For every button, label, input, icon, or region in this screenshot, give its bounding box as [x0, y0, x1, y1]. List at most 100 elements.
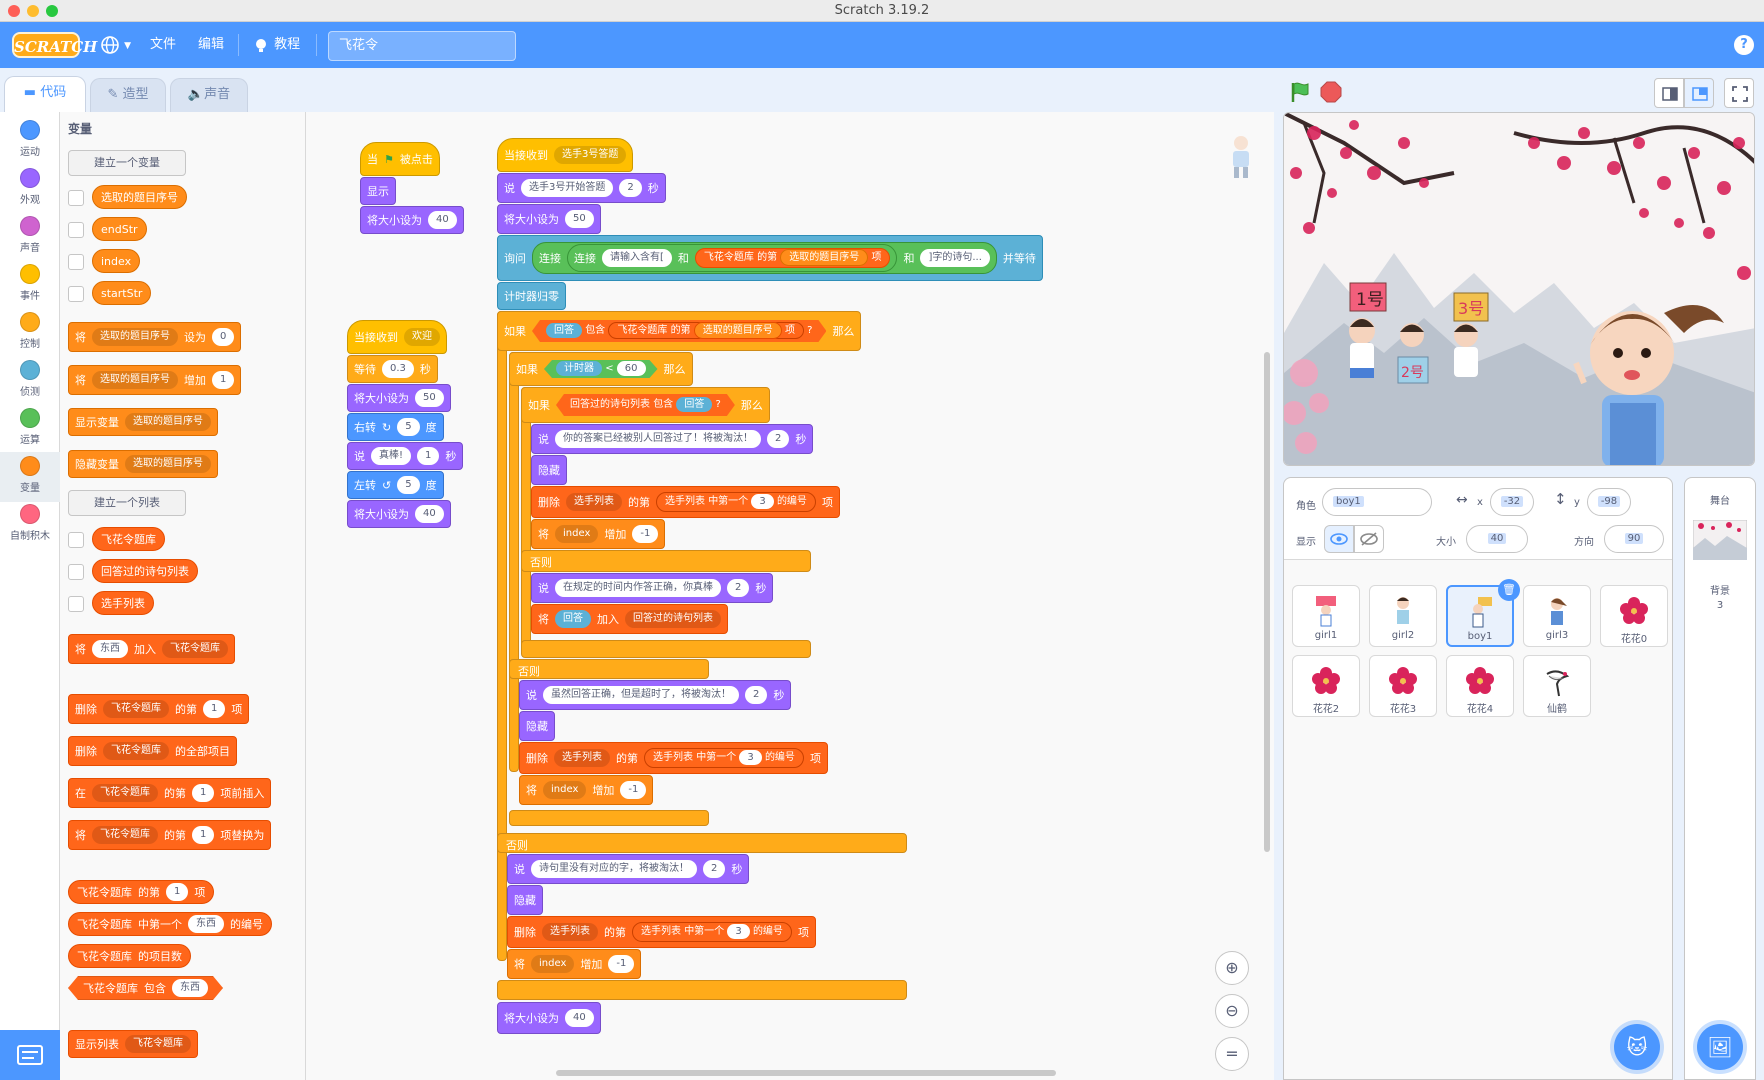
value-input[interactable]: 40 — [415, 505, 444, 523]
add-sprite-button[interactable]: 🐱 — [1614, 1024, 1660, 1070]
value-input[interactable]: 你的答案已经被别人回答过了！将被淘汰！ — [555, 430, 761, 448]
when-flag-clicked-hat[interactable]: 当 ⚑ 被点击 — [360, 142, 440, 176]
say-for-secs-block[interactable]: 说真棒! 1 秒 — [347, 442, 464, 470]
list-dropdown[interactable]: 飞花令题库 — [125, 1035, 191, 1053]
y-input[interactable]: -98 — [1587, 488, 1631, 516]
value-input[interactable]: 50 — [415, 389, 444, 407]
normal-stage-button[interactable] — [1684, 78, 1714, 108]
item-of-list-reporter[interactable]: 飞花令题库 的第 1 项 — [68, 880, 215, 904]
value-input[interactable]: 请输入含有[ — [602, 249, 672, 267]
say-for-secs-block[interactable]: 说选手3号开始答题 2 秒 — [497, 173, 666, 203]
value-input[interactable]: 1 — [417, 447, 440, 465]
value-input[interactable]: 3 — [751, 494, 774, 509]
value-input[interactable]: 1 — [192, 784, 215, 802]
value-input[interactable]: 5 — [397, 418, 420, 436]
value-input[interactable]: 5 — [397, 476, 420, 494]
value-input[interactable]: -1 — [632, 525, 659, 543]
sprite-tile[interactable]: girl3 — [1523, 585, 1591, 647]
say-for-secs-block[interactable]: 说在规定的时间内作答正确，你真棒 2 秒 — [531, 573, 774, 603]
value-input[interactable]: 1 — [203, 700, 226, 718]
var-checkbox[interactable] — [68, 286, 84, 302]
sprite-tile[interactable]: 花花2 — [1292, 655, 1360, 717]
x-input[interactable]: -32 — [1490, 488, 1534, 516]
set-variable-block[interactable]: 将选取的题目序号 设为 0 — [68, 322, 242, 352]
zoom-out-icon[interactable]: ⊖ — [1215, 994, 1249, 1028]
var-checkbox[interactable] — [68, 190, 84, 206]
set-size-block[interactable]: 将大小设为 50 — [347, 384, 451, 412]
say-for-secs-block[interactable]: 说虽然回答正确，但是超时了，将被淘汰！ 2 秒 — [519, 680, 792, 710]
list-contains-boolean[interactable]: 回答过的诗句列表 包含 回答 ? — [556, 394, 735, 416]
if-else-block[interactable]: 如果 计时器 < 60 那么 — [509, 352, 693, 386]
delete-item-block[interactable]: 删除 选手列表 的第 选手列表 中第一个 3 的编号项 — [531, 486, 840, 518]
list-dropdown[interactable]: 选手列表 — [542, 923, 598, 941]
value-input[interactable]: 真棒! — [371, 447, 412, 465]
say-for-secs-block[interactable]: 说诗句里没有对应的字，将被淘汰！ 2 秒 — [507, 854, 750, 884]
value-input[interactable]: 1 — [212, 371, 235, 389]
when-receive-hat[interactable]: 当接收到 选手3号答题 — [497, 138, 634, 172]
close-window-icon[interactable] — [8, 5, 20, 17]
list-checkbox[interactable] — [68, 596, 84, 612]
small-stage-button[interactable] — [1654, 78, 1684, 108]
stage-canvas[interactable]: 1号 2号 3号 — [1283, 112, 1755, 466]
delete-item-block[interactable]: 删除 飞花令题库 的第 1 项 — [68, 694, 250, 724]
zoom-reset-icon[interactable]: = — [1215, 1037, 1249, 1071]
list-contains-boolean[interactable]: 飞花令题库 包含 东西 — [68, 976, 223, 1000]
variable-dropdown[interactable]: 选取的题目序号 — [92, 328, 178, 346]
set-size-block[interactable]: 将大小设为 50 — [497, 204, 601, 234]
list-dropdown[interactable]: 飞花令题库 — [77, 884, 132, 900]
category-motion[interactable]: 运动 — [0, 120, 60, 158]
variable-reporter[interactable]: 选取的题目序号 — [780, 249, 869, 266]
sprite-tile[interactable]: girl1 — [1292, 585, 1360, 647]
list-dropdown[interactable]: 飞花令题库 — [103, 700, 169, 718]
set-size-block[interactable]: 将大小设为 40 — [497, 1002, 601, 1034]
set-size-block[interactable]: 将大小设为 40 — [347, 500, 451, 528]
extension-button[interactable] — [0, 1030, 60, 1080]
size-input[interactable]: 40 — [1466, 525, 1528, 553]
value-input[interactable]: 2 — [619, 179, 642, 197]
horizontal-scrollbar[interactable] — [556, 1070, 1056, 1076]
reset-timer-block[interactable]: 计时器归零 — [497, 282, 566, 310]
change-variable-block[interactable]: 将选取的题目序号 增加 1 — [68, 365, 242, 395]
language-menu[interactable]: ▼ — [100, 22, 131, 68]
category-sensing[interactable]: 侦测 — [0, 360, 60, 398]
tab-sounds[interactable]: 🔈声音 — [170, 78, 248, 112]
category-control[interactable]: 控制 — [0, 312, 60, 350]
vertical-scrollbar[interactable] — [1264, 352, 1270, 852]
message-dropdown[interactable]: 选手3号答题 — [554, 146, 627, 164]
fullscreen-button[interactable] — [1724, 78, 1754, 108]
make-list-button[interactable]: 建立一个列表 — [68, 490, 186, 516]
variable-dropdown[interactable]: 选取的题目序号 — [92, 371, 178, 389]
answer-reporter[interactable]: 回答 — [555, 610, 591, 628]
list-dropdown[interactable]: 飞花令题库 — [77, 948, 132, 964]
list-dropdown[interactable]: 飞花令题库 — [704, 252, 754, 263]
category-my-blocks[interactable]: 自制积木 — [0, 504, 60, 542]
variable-dropdown[interactable]: index — [555, 525, 599, 543]
turn-right-block[interactable]: 右转 ↻ 5 度 — [347, 413, 444, 441]
value-input[interactable]: 在规定的时间内作答正确，你真棒 — [555, 579, 721, 597]
sprite-tile[interactable]: girl2 — [1369, 585, 1437, 647]
value-input[interactable]: 选手3号开始答题 — [521, 179, 614, 197]
timer-reporter[interactable]: 计时器 — [556, 361, 602, 376]
list-dropdown[interactable]: 选手列表 — [566, 493, 622, 511]
change-variable-block[interactable]: 将 index 增加 -1 — [531, 519, 666, 549]
variable-reporter[interactable]: endStr — [92, 217, 147, 241]
change-variable-block[interactable]: 将 index 增加 -1 — [519, 775, 654, 805]
value-input[interactable]: 2 — [767, 430, 790, 448]
list-dropdown[interactable]: 飞花令题库 — [92, 826, 158, 844]
tab-costumes[interactable]: ✎ 造型 — [90, 78, 166, 112]
show-block[interactable]: 显示 — [360, 177, 396, 205]
list-length-reporter[interactable]: 飞花令题库 的项目数 — [68, 944, 191, 968]
direction-input[interactable]: 90 — [1604, 525, 1664, 553]
hide-variable-block[interactable]: 隐藏变量 选取的题目序号 — [68, 450, 218, 478]
value-input[interactable]: 0.3 — [382, 360, 414, 378]
variable-reporter[interactable]: startStr — [92, 281, 152, 305]
value-input[interactable]: 2 — [703, 860, 726, 878]
zoom-in-icon[interactable]: ⊕ — [1215, 951, 1249, 985]
sprite-tile[interactable]: 花花0 — [1600, 585, 1668, 647]
value-input[interactable]: 1 — [192, 826, 215, 844]
hide-block[interactable]: 隐藏 — [531, 455, 567, 485]
value-input[interactable]: 东西 — [172, 979, 208, 997]
say-for-secs-block[interactable]: 说你的答案已经被别人回答过了！将被淘汰！ 2 秒 — [531, 424, 814, 454]
add-to-list-block[interactable]: 将回答 加入 回答过的诗句列表 — [531, 604, 728, 634]
category-looks[interactable]: 外观 — [0, 168, 60, 206]
